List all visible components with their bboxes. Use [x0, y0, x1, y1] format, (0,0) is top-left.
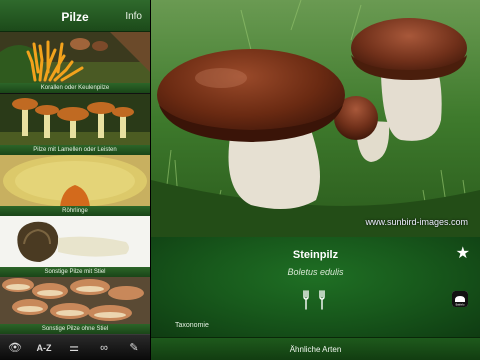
badge-label: Babinfo [456, 303, 465, 307]
category-item-stalked[interactable]: Sonstige Pilze mit Stiel [0, 216, 150, 277]
sliders-icon[interactable]: ⚌ [61, 335, 87, 360]
bolete-thumbnail [0, 155, 150, 207]
species-name: Steinpilz [292, 249, 339, 261]
binoculars-icon[interactable]: ∞ [91, 335, 117, 360]
species-detail-panel: www.sunbird-images.com Steinpilz Boletus… [151, 0, 480, 360]
favorite-star-icon[interactable]: ★ [456, 243, 470, 263]
bracket-fungus-thumbnail [0, 277, 150, 325]
info-button[interactable]: Info [125, 11, 142, 22]
category-label: Sonstige Pilze mit Stiel [0, 267, 150, 277]
category-label: Sonstige Pilze ohne Stiel [0, 324, 150, 334]
category-item-nonstalked[interactable]: Sonstige Pilze ohne Stiel [0, 277, 150, 334]
category-item-boletes[interactable]: Röhrlinge [0, 155, 150, 216]
eye-icon[interactable]: 👁 [2, 335, 28, 360]
sidebar-header: Pilze Info [0, 0, 150, 32]
bottom-toolbar: 👁 A-Z ⚌ ∞ ✎ [0, 334, 150, 360]
species-latin-name: Boletus edulis [287, 267, 344, 277]
az-button[interactable]: A-Z [31, 335, 57, 360]
category-item-gilled[interactable]: Pilze mit Lamellen oder Leisten [0, 94, 150, 155]
species-info: Steinpilz Boletus edulis ★ Babinfo Taxon… [151, 237, 480, 337]
gilled-mushroom-thumbnail [0, 94, 150, 146]
similar-species-button[interactable]: Ähnliche Arten [151, 337, 480, 360]
category-sidebar: Pilze Info Korallen oder Keulenpilze Pil… [0, 0, 150, 360]
taxonomy-link[interactable]: Taxonomie [175, 322, 209, 329]
cooking-pot-icon: Babinfo [452, 291, 468, 307]
stalked-fungus-thumbnail [0, 216, 150, 268]
category-item-coral[interactable]: Korallen oder Keulenpilze [0, 32, 150, 93]
pot-badge-icon[interactable]: Babinfo [452, 291, 468, 307]
category-label: Pilze mit Lamellen oder Leisten [0, 145, 150, 155]
edible-cutlery-icon [303, 290, 325, 310]
category-label: Röhrlinge [0, 206, 150, 216]
species-photo [151, 0, 480, 237]
category-label: Korallen oder Keulenpilze [0, 83, 150, 93]
photo-credit: www.sunbird-images.com [365, 217, 468, 227]
coral-fungus-thumbnail [0, 32, 150, 84]
brush-icon[interactable]: ✎ [121, 335, 147, 360]
